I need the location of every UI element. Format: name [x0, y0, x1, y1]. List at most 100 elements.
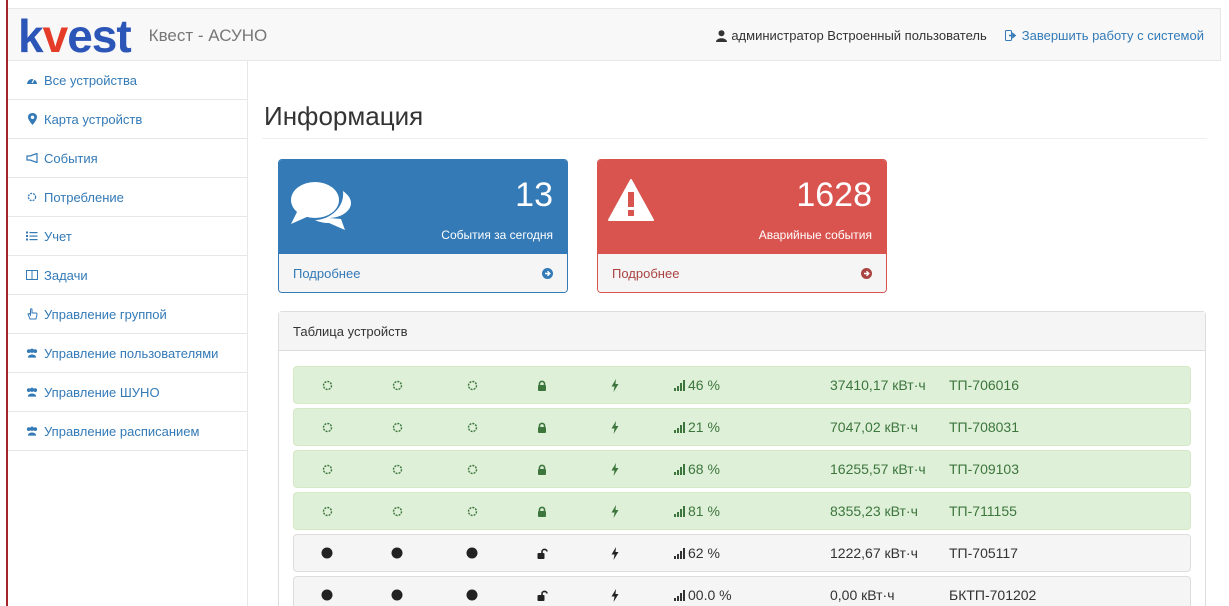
bolt-icon — [611, 367, 619, 403]
status-sun-icon — [321, 493, 334, 529]
sidebar-item-label: События — [44, 150, 98, 166]
user-icon — [716, 29, 728, 42]
status-sun-icon — [391, 409, 404, 445]
logout-link[interactable]: Завершить работу с системой — [1004, 28, 1204, 43]
status-dot-icon — [321, 535, 333, 571]
alarm-events-card: 1628 Аварийные события Подробнее — [597, 159, 887, 293]
devices-table: 46 % 37410,17 кВт·ч ТП-706016 21 % 7047,02 к… — [293, 366, 1191, 606]
users-icon — [26, 425, 38, 437]
events-more-label: Подробнее — [293, 265, 361, 281]
signal-level: 21 % — [674, 409, 720, 445]
users-icon — [26, 386, 38, 398]
sun-icon — [26, 191, 38, 203]
sidebar-item-label: Управление пользователями — [44, 345, 219, 361]
device-row[interactable]: 68 % 16255,57 кВт·ч ТП-709103 — [293, 450, 1191, 488]
sidebar-item-device-map[interactable]: Карта устройств — [8, 100, 247, 139]
sidebar-item-label: Учет — [44, 228, 72, 244]
signal-icon — [674, 589, 686, 601]
sidebar-item-consumption[interactable]: Потребление — [8, 178, 247, 217]
status-sun-icon — [466, 493, 479, 529]
status-sun-icon — [391, 451, 404, 487]
device-name: ТП-705117 — [949, 545, 1018, 561]
warning-icon — [608, 178, 654, 225]
brand[interactable]: k v est Квест - АСУНО — [18, 9, 267, 62]
sidebar-item-tasks[interactable]: Задачи — [8, 256, 247, 295]
signal-level: 81 % — [674, 493, 720, 529]
lock-icon — [537, 451, 547, 487]
sidebar-item-label: Управление расписанием — [44, 423, 200, 439]
hand-pointer-icon — [26, 308, 38, 320]
device-name: ТП-711155 — [949, 503, 1017, 519]
sidebar-item-events[interactable]: События — [8, 139, 247, 178]
sidebar-item-shuno-management[interactable]: Управление ШУНО — [8, 373, 247, 412]
arrow-circle-right-icon — [861, 267, 872, 279]
lock-icon — [537, 493, 547, 529]
current-user[interactable]: администратор Встроенный пользователь — [716, 28, 987, 43]
sidebar-item-label: Управление группой — [44, 306, 167, 322]
dashboard-icon — [26, 74, 38, 86]
status-dot-icon — [466, 535, 478, 571]
status-sun-icon — [466, 409, 479, 445]
signal-icon — [674, 547, 686, 559]
devices-panel: Таблица устройств 46 % 37410,17 кВт·ч ТП-7… — [278, 311, 1206, 606]
devices-panel-title: Таблица устройств — [279, 312, 1205, 351]
device-row[interactable]: 46 % 37410,17 кВт·ч ТП-706016 — [293, 366, 1191, 404]
signal-icon — [674, 379, 686, 391]
device-row[interactable]: 21 % 7047,02 кВт·ч ТП-708031 — [293, 408, 1191, 446]
events-label: События за сегодня — [441, 228, 553, 242]
device-row[interactable]: 81 % 8355,23 кВт·ч ТП-711155 — [293, 492, 1191, 530]
events-count: 13 — [515, 176, 553, 214]
signal-level: 62 % — [674, 535, 720, 571]
sidebar-item-accounting[interactable]: Учет — [8, 217, 247, 256]
energy-value: 37410,17 кВт·ч — [830, 377, 926, 393]
energy-value: 8355,23 кВт·ч — [830, 503, 918, 519]
logout-label: Завершить работу с системой — [1021, 28, 1204, 43]
device-name: ТП-708031 — [949, 419, 1019, 435]
status-sun-icon — [391, 367, 404, 403]
status-sun-icon — [466, 451, 479, 487]
sidebar-item-all-devices[interactable]: Все устройства — [8, 61, 247, 100]
status-sun-icon — [321, 367, 334, 403]
sidebar-item-schedule-management[interactable]: Управление расписанием — [8, 412, 247, 451]
signal-level: 46 % — [674, 367, 720, 403]
bullhorn-icon — [26, 152, 38, 164]
events-today-card: 13 События за сегодня Подробнее — [278, 159, 568, 293]
device-row[interactable]: 00.0 % 0,00 кВт·ч БКТП-701202 — [293, 576, 1191, 606]
signal-value: 46 % — [688, 377, 720, 393]
page-title: Информация — [264, 101, 424, 131]
status-sun-icon — [321, 451, 334, 487]
sidebar-item-label: Потребление — [44, 189, 124, 205]
sign-out-icon — [1004, 30, 1016, 41]
alarms-count: 1628 — [796, 176, 872, 214]
kvest-logo: k v est — [18, 9, 132, 62]
lock-icon — [537, 409, 547, 445]
events-card-header: 13 События за сегодня — [279, 160, 567, 254]
alarms-more-label: Подробнее — [612, 265, 680, 281]
energy-value: 7047,02 кВт·ч — [830, 419, 918, 435]
map-marker-icon — [26, 113, 38, 125]
bolt-icon — [611, 535, 619, 571]
events-more-link[interactable]: Подробнее — [279, 254, 567, 292]
energy-value: 0,00 кВт·ч — [830, 587, 895, 603]
navbar-right: администратор Встроенный пользователь За… — [716, 9, 1204, 62]
unlock-icon — [537, 577, 548, 606]
alarms-more-link[interactable]: Подробнее — [598, 254, 886, 292]
signal-icon — [674, 421, 686, 433]
signal-value: 62 % — [688, 545, 720, 561]
signal-value: 68 % — [688, 461, 720, 477]
unlock-icon — [537, 535, 548, 571]
sidebar-item-user-management[interactable]: Управление пользователями — [8, 334, 247, 373]
status-sun-icon — [466, 367, 479, 403]
status-dot-icon — [391, 535, 403, 571]
bolt-icon — [611, 493, 619, 529]
logo-prefix: k — [18, 9, 44, 62]
status-dot-icon — [466, 577, 478, 606]
signal-icon — [674, 505, 686, 517]
app-title: Квест - АСУНО — [148, 25, 268, 45]
device-row[interactable]: 62 % 1222,67 кВт·ч ТП-705117 — [293, 534, 1191, 572]
alarms-card-header: 1628 Аварийные события — [598, 160, 886, 254]
sidebar-item-group-control[interactable]: Управление группой — [8, 295, 247, 334]
sidebar-item-label: Все устройства — [44, 72, 137, 88]
logo-suffix: est — [67, 9, 131, 62]
status-dot-icon — [391, 577, 403, 606]
